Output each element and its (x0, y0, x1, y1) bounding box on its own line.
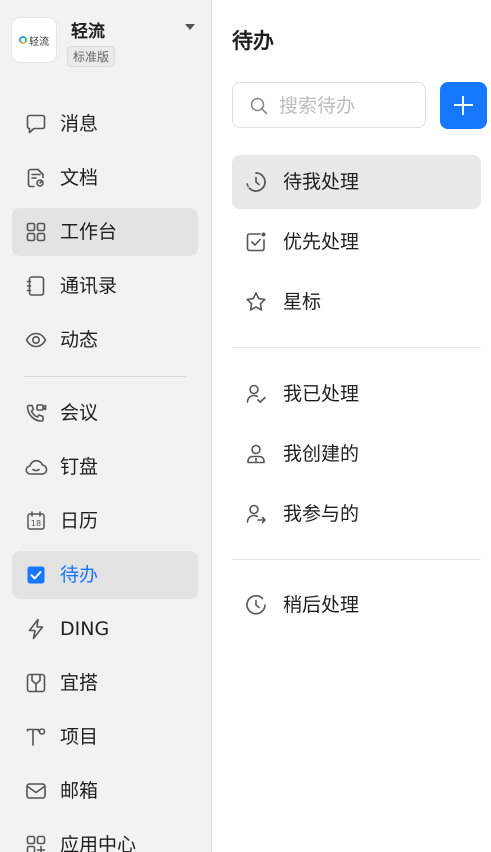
sidebar-item-yida[interactable]: 宜搭 (12, 659, 198, 707)
todo-filter-label: 我创建的 (283, 443, 360, 465)
sidebar-item-ding[interactable]: DING (12, 605, 198, 653)
document-icon (27, 168, 44, 188)
yida-icon (26, 673, 46, 693)
sidebar-item-label: 消息 (60, 113, 99, 135)
sidebar-item-label: 会议 (60, 402, 99, 424)
cloud-drive-icon (25, 459, 48, 475)
todo-filter-pending[interactable]: 待我处理 (232, 155, 481, 209)
sidebar-item-label: 钉盘 (60, 456, 99, 478)
sidebar-item-drive[interactable]: 钉盘 (12, 443, 198, 491)
message-icon (26, 114, 46, 134)
sidebar-item-label: 动态 (60, 329, 99, 351)
edition-badge: 标准版 (67, 46, 116, 67)
sidebar-item-project[interactable]: 项目 (12, 713, 198, 761)
priority-check-icon (246, 232, 266, 252)
todo-filter-starred[interactable]: 星标 (232, 275, 481, 329)
star-icon (246, 292, 266, 311)
sidebar-item-meeting[interactable]: 会议 (12, 389, 198, 437)
sidebar-item-label: 项目 (60, 726, 99, 748)
sidebar-item-messages[interactable]: 消息 (12, 100, 198, 148)
sidebar-item-label: 应用中心 (60, 834, 137, 852)
sidebar-item-todo[interactable]: 待办 (12, 551, 198, 599)
org-switcher[interactable]: 轻流 轻流 标准版 (12, 17, 202, 67)
todo-filter-participated[interactable]: 我参与的 (232, 487, 481, 541)
todo-filter-label: 星标 (283, 291, 322, 313)
user-share-icon (246, 504, 266, 524)
add-todo-button[interactable] (440, 82, 487, 129)
todo-filter-label: 我已处理 (283, 383, 360, 405)
mail-icon (26, 783, 46, 799)
pending-clock-icon (246, 172, 266, 192)
sidebar: 轻流 轻流 标准版 消息 文档 工作台 通讯录 动态 会议 钉盘 18 日历 待… (0, 0, 212, 852)
section-divider (232, 559, 481, 560)
checkbox-icon (27, 566, 45, 584)
sidebar-item-mail[interactable]: 邮箱 (12, 767, 198, 815)
app-center-icon (26, 835, 46, 852)
later-clock-icon (246, 594, 266, 615)
user-check-icon (246, 384, 266, 403)
workbench-icon (26, 222, 46, 242)
caret-down-icon[interactable] (185, 24, 195, 30)
sidebar-item-workbench[interactable]: 工作台 (12, 208, 198, 256)
todo-filter-label: 待我处理 (283, 171, 360, 193)
user-created-icon (247, 444, 265, 464)
sidebar-item-activity[interactable]: 动态 (12, 316, 198, 364)
org-logo: 轻流 (12, 18, 56, 62)
sidebar-divider (24, 376, 186, 377)
search-input[interactable] (277, 91, 421, 121)
sidebar-item-label: 日历 (60, 510, 99, 532)
calendar-day: 18 (31, 519, 41, 528)
video-call-icon (26, 404, 47, 422)
search-box[interactable] (232, 82, 426, 128)
search-icon (250, 97, 268, 115)
org-logo-text: 轻流 (29, 36, 49, 48)
todo-filter-created[interactable]: 我创建的 (232, 427, 481, 481)
calendar-icon: 18 (27, 511, 45, 530)
page-title: 待办 (232, 29, 274, 53)
sidebar-item-label: 待办 (60, 564, 99, 586)
sidebar-item-label: 工作台 (60, 221, 118, 243)
lightning-icon (28, 618, 44, 640)
section-divider (232, 347, 481, 348)
sidebar-item-contacts[interactable]: 通讯录 (12, 262, 198, 310)
eye-icon (25, 332, 47, 348)
todo-filter-priority[interactable]: 优先处理 (232, 215, 481, 269)
todo-filter-later[interactable]: 稍后处理 (232, 578, 481, 632)
project-icon (26, 728, 46, 746)
sidebar-item-calendar[interactable]: 18 日历 (12, 497, 198, 545)
todo-filter-done[interactable]: 我已处理 (232, 367, 481, 421)
sidebar-item-app-center[interactable]: 应用中心 (12, 821, 198, 852)
sidebar-item-label: 文档 (60, 167, 99, 189)
sidebar-item-label: 通讯录 (60, 275, 118, 297)
org-name: 轻流 (71, 22, 105, 42)
sidebar-item-label: 邮箱 (60, 780, 99, 802)
sidebar-item-label: 宜搭 (60, 672, 99, 694)
sidebar-item-label: DING (60, 618, 110, 640)
todo-filter-label: 我参与的 (283, 503, 360, 525)
logo-mark-icon (19, 36, 27, 44)
sidebar-item-docs[interactable]: 文档 (12, 154, 198, 202)
contacts-icon (26, 276, 45, 296)
todo-filter-label: 优先处理 (283, 231, 360, 253)
todo-filter-label: 稍后处理 (283, 594, 360, 616)
